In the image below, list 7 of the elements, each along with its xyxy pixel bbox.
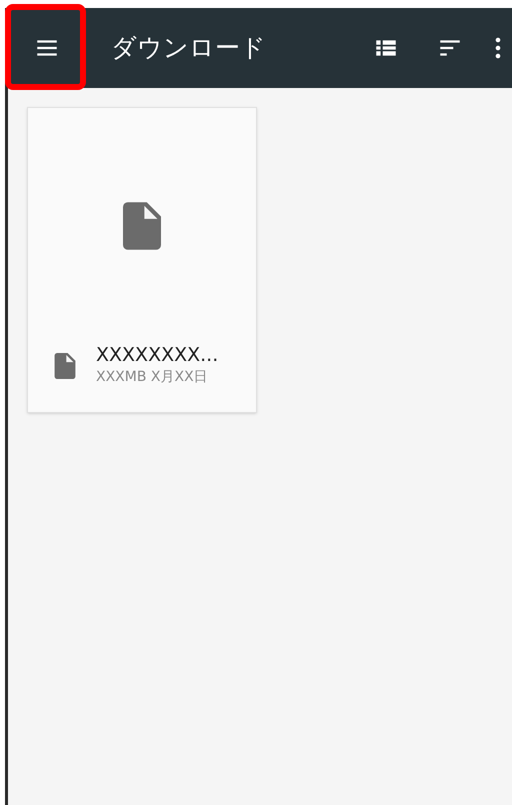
more-icon [494, 36, 502, 60]
app-bar-title: ダウンロード [111, 32, 267, 64]
file-card[interactable]: XXXXXXXX... XXXMB X月XX日 [27, 107, 257, 413]
file-details: XXXMB X月XX日 [96, 368, 209, 387]
file-icon [123, 202, 161, 250]
file-icon [54, 352, 76, 378]
file-name: XXXXXXXX... [96, 343, 218, 367]
